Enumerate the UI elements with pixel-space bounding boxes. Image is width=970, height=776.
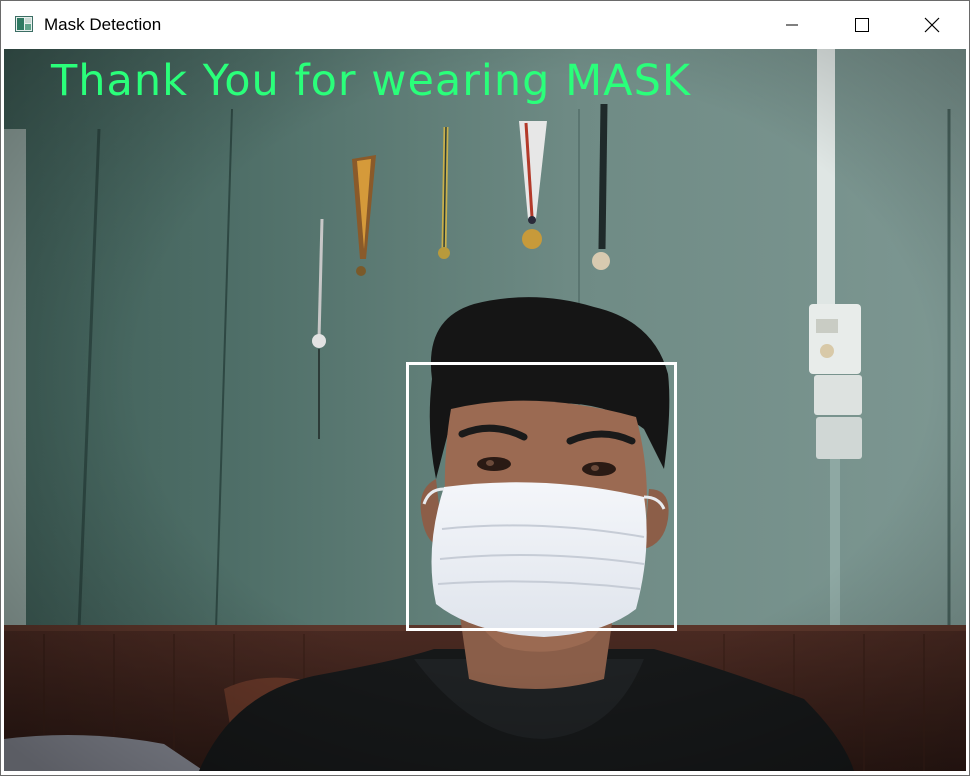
title-bar[interactable]: Mask Detection [1,1,969,48]
close-button[interactable] [897,1,967,48]
minimize-icon [786,24,798,25]
app-icon [15,16,33,32]
window-title: Mask Detection [44,15,162,34]
camera-feed: Thank You for wearing MASK [4,49,966,771]
close-icon [924,17,940,32]
maximize-button[interactable] [827,1,897,48]
app-window: Mask Detection Thank You for wearing MAS… [0,0,970,776]
mask-status-text: Thank You for wearing MASK [51,56,692,106]
face-detection-box [406,362,677,631]
minimize-button[interactable] [757,1,827,48]
maximize-icon [855,17,869,32]
